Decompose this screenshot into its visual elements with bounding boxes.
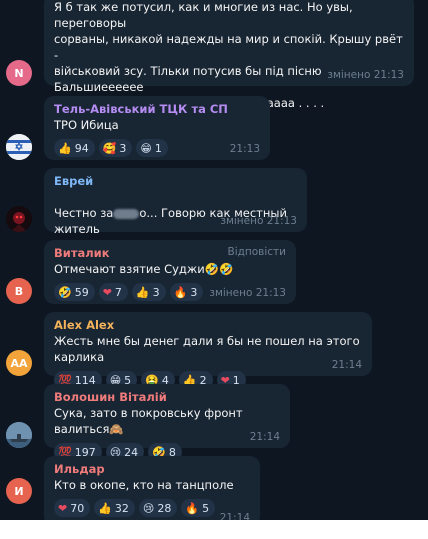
message-text: Сука, зато в покровську фронт валиться🙈: [54, 406, 243, 436]
avatar[interactable]: AA: [6, 350, 32, 376]
grin-icon: 😁: [140, 141, 152, 155]
reaction-pill[interactable]: ❤7: [98, 283, 128, 301]
message-bubble[interactable]: Я б так же потусил, как и многие из нас.…: [44, 0, 414, 135]
avatar[interactable]: И: [6, 478, 32, 504]
message-text: Отмечают взятие Суджи🤣🤣: [54, 262, 234, 276]
message-meta: змінено 21:13: [220, 215, 297, 227]
reaction-count: 1: [154, 141, 162, 155]
reaction-pill[interactable]: 👍 94: [54, 139, 95, 157]
message-text: Честно за о... Говорю как местный житель: [54, 189, 297, 237]
message-bubble[interactable]: Еврей Честно за о... Говорю как местный ж…: [44, 168, 307, 261]
message-bubble[interactable]: Ильдар Кто в окопе, кто на танцполе ❤ 70 …: [44, 456, 260, 520]
reaction-pill[interactable]: ❤ 70: [54, 499, 91, 517]
fire-icon: 🔥: [173, 285, 188, 299]
bottom-blank-area: [0, 520, 428, 539]
message-text: ТРО Ибица: [54, 118, 119, 132]
avatar[interactable]: [6, 422, 32, 448]
spoiler-blur[interactable]: [113, 208, 140, 219]
reaction-pill[interactable]: 🔥 5: [181, 499, 216, 517]
reaction-count: 59: [74, 285, 89, 299]
reply-button[interactable]: Відповісти: [228, 246, 287, 258]
reaction-pill[interactable]: 👍 32: [94, 499, 135, 517]
rofl-icon: 🤣: [58, 285, 72, 299]
reaction-pill[interactable]: 🔥 3: [169, 283, 204, 301]
thumbs-up-icon: 👍: [98, 501, 112, 515]
reaction-count: 7: [114, 285, 122, 299]
message-meta: 21:14: [331, 359, 362, 371]
israel-flag-icon: [6, 134, 32, 160]
thumbs-up-icon: 👍: [58, 141, 72, 155]
reaction-count: 3: [190, 285, 198, 299]
chat-feed[interactable]: N Я б так же потусил, как и многие из на…: [0, 0, 428, 520]
heart-icon: ❤: [58, 501, 68, 515]
avatar-letter: N: [14, 66, 24, 80]
sender-name[interactable]: Ильдар: [54, 461, 250, 477]
sender-name[interactable]: Alex Alex: [54, 317, 362, 333]
reaction-pill[interactable]: 🥰 3: [98, 139, 133, 157]
warship-icon: [6, 422, 32, 448]
avatar[interactable]: [6, 134, 32, 160]
crying-icon: 😢: [142, 501, 155, 515]
message-bubble[interactable]: Виталик Відповісти Отмечают взятие Суджи…: [44, 240, 296, 304]
sender-name[interactable]: Еврей: [54, 173, 297, 189]
message-bubble[interactable]: Волошин Віталій Сука, зато в покровську …: [44, 384, 290, 461]
reaction-count: 32: [114, 501, 129, 515]
message-text: Я б так же потусил, как и многие из нас.…: [54, 0, 403, 110]
message-text: Кто в окопе, кто на танцполе: [54, 478, 234, 492]
message-meta: 21:13: [229, 143, 260, 155]
reaction-count: 70: [70, 501, 85, 515]
reaction-count: 3: [152, 285, 160, 299]
message-bubble[interactable]: Alex Alex Жесть мне бы денег дали я бы н…: [44, 312, 372, 389]
message-meta: змінено 21:13: [327, 69, 404, 81]
reaction-count: 28: [157, 501, 172, 515]
fire-icon: 🔥: [185, 501, 200, 515]
reaction-count: 94: [74, 141, 89, 155]
avatar[interactable]: N: [6, 60, 32, 86]
thumbs-up-icon: 👍: [135, 285, 150, 299]
reaction-pill[interactable]: 😁 1: [136, 139, 168, 157]
avatar-letter: AA: [10, 356, 28, 370]
heart-icon: ❤: [102, 285, 112, 299]
reaction-pill[interactable]: 😢 28: [138, 499, 178, 517]
message-bubble[interactable]: Тель-Авівський ТЦК та СП ТРО Ибица 👍 94 🥰…: [44, 96, 270, 160]
avatar[interactable]: [6, 206, 32, 232]
reaction-count: 5: [202, 501, 210, 515]
message-meta: 21:14: [219, 512, 250, 520]
message-text-part: Честно за: [54, 206, 114, 220]
reaction-pill[interactable]: 👍 3: [131, 283, 166, 301]
dark-figure-icon: [6, 206, 32, 232]
message-text: Жесть мне бы денег дали я бы не пошел на…: [54, 334, 360, 364]
avatar-letter: В: [14, 284, 24, 298]
message-meta: змінено 21:13: [209, 287, 286, 299]
avatar[interactable]: В: [6, 278, 32, 304]
smiling-hearts-icon: 🥰: [102, 141, 117, 155]
message-meta: 21:14: [249, 431, 280, 443]
reaction-pill[interactable]: 🤣 59: [54, 283, 95, 301]
reaction-count: 3: [119, 141, 127, 155]
avatar-letter: И: [14, 484, 24, 498]
sender-name[interactable]: Волошин Віталій: [54, 389, 280, 405]
sender-name[interactable]: Тель-Авівський ТЦК та СП: [54, 101, 260, 117]
